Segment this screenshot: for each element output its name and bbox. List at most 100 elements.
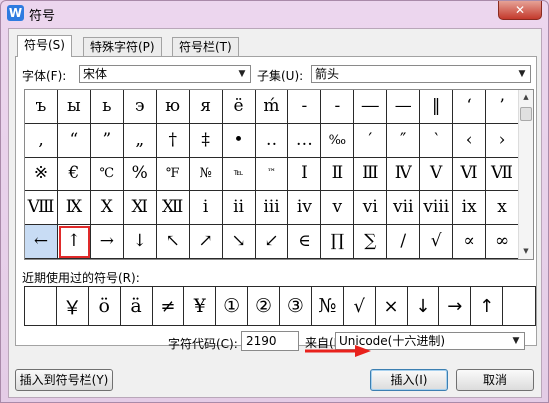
symbol-cell[interactable]: ‥ — [255, 123, 289, 158]
symbol-cell[interactable]: ™ — [255, 157, 289, 192]
symbol-cell[interactable]: „ — [123, 123, 157, 158]
recent-symbol-cell[interactable]: ö — [89, 287, 121, 325]
subset-select[interactable]: 箭头 ▼ — [311, 65, 531, 83]
symbol-cell[interactable]: ⅶ — [387, 191, 421, 226]
recent-symbol-cell[interactable]: ③ — [280, 287, 312, 325]
symbol-cell[interactable]: ∏ — [321, 225, 355, 259]
symbol-cell[interactable]: ↓ — [123, 225, 157, 259]
symbol-cell[interactable]: ⅰ — [189, 191, 223, 226]
symbol-cell[interactable]: … — [288, 123, 322, 158]
symbol-cell[interactable]: Ⅻ — [156, 191, 190, 226]
symbol-cell[interactable]: ℡ — [222, 157, 256, 192]
recent-symbol-cell[interactable]: ↑ — [471, 287, 504, 325]
symbol-cell[interactable]: ’ — [486, 90, 519, 124]
symbol-cell[interactable]: Ⅺ — [123, 191, 157, 226]
recent-symbol-cell[interactable]: → — [439, 287, 472, 325]
symbol-cell[interactable]: ∞ — [486, 225, 519, 259]
symbol-cell[interactable]: ∝ — [453, 225, 487, 259]
insert-to-symbol-bar-button[interactable]: 插入到符号栏(Y) — [15, 369, 113, 391]
symbol-cell[interactable]: Ⅸ — [57, 191, 91, 226]
symbol-cell[interactable]: ″ — [387, 123, 421, 158]
recent-symbol-cell[interactable]: ↓ — [408, 287, 440, 325]
symbol-cell[interactable]: ю — [156, 90, 190, 124]
recent-symbol-cell[interactable] — [503, 287, 535, 325]
recent-symbol-cell[interactable]: √ — [344, 287, 376, 325]
scroll-up-icon[interactable]: ▲ — [519, 90, 533, 105]
title-bar[interactable]: W 符号 ✕ — [1, 1, 548, 25]
symbol-grid-scrollbar[interactable]: ▲ ▼ — [518, 90, 533, 259]
symbol-cell[interactable]: ℃ — [90, 157, 124, 192]
scroll-down-icon[interactable]: ▼ — [519, 244, 533, 259]
symbol-cell[interactable]: — — [387, 90, 421, 124]
symbol-cell[interactable]: ‹ — [453, 123, 487, 158]
symbol-cell[interactable]: % — [123, 157, 157, 192]
symbol-cell[interactable]: Ⅴ — [420, 157, 454, 192]
symbol-cell[interactable]: Ⅶ — [486, 157, 519, 192]
symbol-cell[interactable]: ⅹ — [486, 191, 519, 226]
recent-symbol-cell[interactable]: ¥ — [184, 287, 217, 325]
symbol-cell[interactable]: ↙ — [255, 225, 289, 259]
symbol-cell[interactable]: ↗ — [189, 225, 223, 259]
symbol-cell[interactable]: ⅷ — [420, 191, 454, 226]
symbol-cell[interactable]: ‖ — [420, 90, 454, 124]
symbol-cell[interactable]: ḿ — [255, 90, 289, 124]
symbol-cell[interactable]: ‘ — [453, 90, 487, 124]
recent-symbol-cell[interactable]: ≠ — [153, 287, 185, 325]
symbol-cell-selected[interactable]: ↑ — [57, 225, 91, 259]
symbol-cell[interactable]: ′ — [354, 123, 388, 158]
symbol-cell[interactable]: Ⅵ — [453, 157, 487, 192]
symbol-cell[interactable]: ⅲ — [255, 191, 289, 226]
symbol-cell[interactable]: Ⅳ — [387, 157, 421, 192]
tab-special-characters[interactable]: 特殊字符(P) — [83, 37, 162, 56]
symbol-cell[interactable]: Ⅷ — [25, 191, 58, 226]
symbol-cell[interactable]: ↘ — [222, 225, 256, 259]
close-button[interactable]: ✕ — [498, 1, 542, 20]
symbol-cell[interactable]: ‚ — [25, 123, 58, 158]
symbol-cell[interactable]: ℉ — [156, 157, 190, 192]
symbol-cell[interactable]: № — [189, 157, 223, 192]
symbol-cell[interactable]: ※ — [25, 157, 58, 192]
char-code-input[interactable]: 2190 — [241, 331, 299, 351]
cancel-button[interactable]: 取消 — [456, 369, 534, 391]
symbol-cell[interactable]: → — [90, 225, 124, 259]
symbol-cell[interactable]: ь — [90, 90, 124, 124]
recent-symbol-cell[interactable]: ä — [121, 287, 153, 325]
symbol-cell[interactable]: Ⅹ — [90, 191, 124, 226]
symbol-cell[interactable]: Ⅲ — [354, 157, 388, 192]
symbol-cell[interactable]: ъ — [25, 90, 58, 124]
symbol-cell[interactable]: ∑ — [354, 225, 388, 259]
tab-symbols[interactable]: 符号(S) — [17, 35, 72, 57]
insert-button[interactable]: 插入(I) — [370, 369, 448, 391]
symbol-cell[interactable]: “ — [57, 123, 91, 158]
font-select[interactable]: 宋体 ▼ — [79, 65, 251, 83]
symbol-cell[interactable]: - — [288, 90, 322, 124]
recent-symbol-cell[interactable]: ② — [248, 287, 280, 325]
symbol-cell[interactable]: ⅸ — [453, 191, 487, 226]
symbol-cell[interactable]: э — [123, 90, 157, 124]
recent-symbol-cell[interactable]: ① — [216, 287, 249, 325]
symbol-cell[interactable]: √ — [420, 225, 454, 259]
symbol-cell[interactable]: † — [156, 123, 190, 158]
symbol-cell[interactable]: › — [486, 123, 519, 158]
symbol-cell[interactable]: ‵ — [420, 123, 454, 158]
tab-symbol-bar[interactable]: 符号栏(T) — [172, 37, 239, 56]
symbol-cell[interactable]: ⅳ — [288, 191, 322, 226]
symbol-cell[interactable]: ‐ — [321, 90, 355, 124]
symbol-cell[interactable]: ⅴ — [321, 191, 355, 226]
symbol-cell[interactable]: ” — [90, 123, 124, 158]
symbol-cell[interactable]: Ⅱ — [321, 157, 355, 192]
symbol-cell[interactable]: ↖ — [156, 225, 190, 259]
symbol-cell[interactable]: ∈ — [288, 225, 322, 259]
symbol-cell[interactable]: ← — [25, 225, 58, 259]
symbol-cell[interactable]: € — [57, 157, 91, 192]
symbol-cell[interactable]: ы — [57, 90, 91, 124]
symbol-cell[interactable]: Ⅰ — [288, 157, 322, 192]
symbol-cell[interactable]: ‰ — [321, 123, 355, 158]
symbol-cell[interactable]: ⅱ — [222, 191, 256, 226]
symbol-cell[interactable]: ∕ — [387, 225, 421, 259]
recent-symbol-cell[interactable]: ￥ — [57, 287, 89, 325]
symbol-cell[interactable]: ё — [222, 90, 256, 124]
symbol-cell[interactable]: ‡ — [189, 123, 223, 158]
symbol-cell[interactable]: ⅵ — [354, 191, 388, 226]
symbol-cell[interactable]: ― — [354, 90, 388, 124]
